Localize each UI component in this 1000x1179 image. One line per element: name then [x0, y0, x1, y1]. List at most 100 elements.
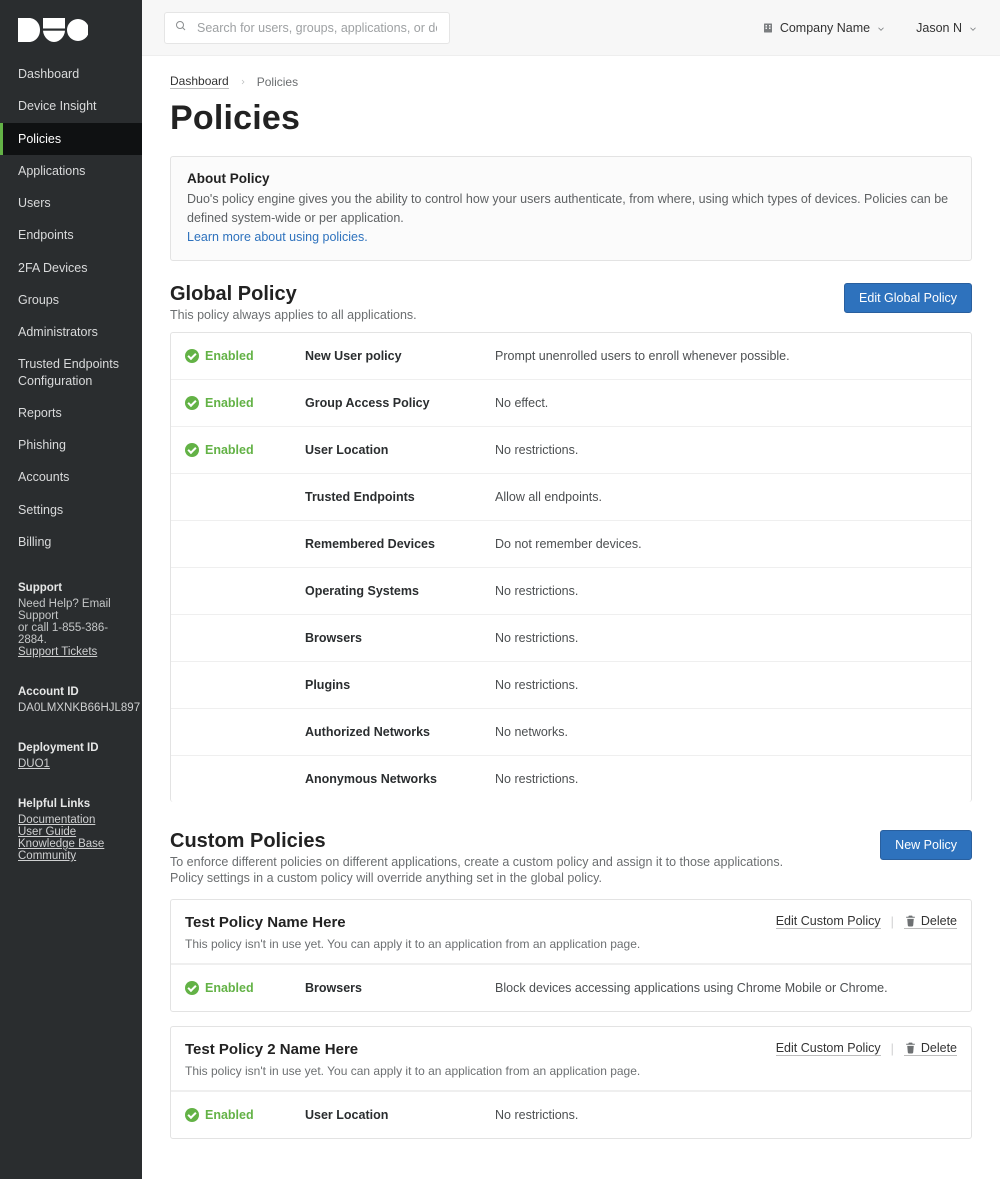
about-policy-box: About Policy Duo's policy engine gives y… — [170, 156, 972, 261]
sidebar-link-knowledge-base[interactable]: Knowledge Base — [18, 838, 104, 850]
custom-policies-title: Custom Policies — [170, 830, 783, 853]
policy-row: Authorized Networks No networks. — [171, 708, 971, 755]
policy-row-desc: No restrictions. — [495, 678, 957, 692]
user-label: Jason N — [916, 21, 962, 35]
status-enabled: Enabled — [185, 443, 295, 457]
custom-policy-note: This policy isn't in use yet. You can ap… — [185, 1064, 640, 1078]
sidebar-deployment-value[interactable]: DUO1 — [18, 758, 50, 770]
custom-policy-note: This policy isn't in use yet. You can ap… — [185, 937, 640, 951]
search-input[interactable] — [195, 20, 439, 36]
action-divider: | — [891, 915, 894, 929]
policy-row: Operating Systems No restrictions. — [171, 567, 971, 614]
sidebar-item-dashboard[interactable]: Dashboard — [0, 58, 142, 90]
sidebar-link-community[interactable]: Community — [18, 850, 76, 862]
policy-row-name: Browsers — [305, 981, 485, 995]
chevron-down-icon — [968, 23, 978, 33]
policy-row-desc: No restrictions. — [495, 631, 957, 645]
policy-row-name: Browsers — [305, 631, 485, 645]
policy-row: Enabled User Location No restrictions. — [171, 426, 971, 473]
edit-custom-policy-link[interactable]: Edit Custom Policy — [776, 1041, 881, 1056]
policy-row-desc: No networks. — [495, 725, 957, 739]
check-circle-icon — [185, 981, 199, 995]
policy-row-desc: Allow all endpoints. — [495, 490, 957, 504]
sidebar-item-billing[interactable]: Billing — [0, 526, 142, 558]
custom-policy-name: Test Policy Name Here — [185, 914, 640, 931]
about-learn-more-link[interactable]: Learn more about using policies. — [187, 230, 368, 244]
sidebar-account: Account ID DA0LMXNKB66HJL897 — [0, 672, 142, 728]
company-label: Company Name — [780, 21, 870, 35]
policy-row-name: Remembered Devices — [305, 537, 485, 551]
global-policy-table: Enabled New User policy Prompt unenrolle… — [170, 332, 972, 802]
policy-row: Plugins No restrictions. — [171, 661, 971, 708]
sidebar-item-trusted-endpoints-config[interactable]: Trusted Endpoints Configuration — [0, 348, 142, 397]
sidebar-support: Support Need Help? Email Support or call… — [0, 568, 142, 672]
policy-row-name: User Location — [305, 1108, 485, 1122]
sidebar-support-tickets-link[interactable]: Support Tickets — [18, 646, 97, 658]
user-menu[interactable]: Jason N — [916, 21, 978, 35]
about-body: Duo's policy engine gives you the abilit… — [187, 192, 948, 225]
policy-row-name: Trusted Endpoints — [305, 490, 485, 504]
policy-row-desc: Prompt unenrolled users to enroll whenev… — [495, 349, 957, 363]
status-label: Enabled — [205, 981, 254, 995]
custom-policy-name: Test Policy 2 Name Here — [185, 1041, 640, 1058]
sidebar-item-device-insight[interactable]: Device Insight — [0, 90, 142, 122]
sidebar-link-user-guide[interactable]: User Guide — [18, 826, 76, 838]
sidebar-item-groups[interactable]: Groups — [0, 284, 142, 316]
chevron-down-icon — [876, 23, 886, 33]
delete-custom-policy-link[interactable]: Delete — [904, 1041, 957, 1056]
status-enabled: Enabled — [185, 1108, 295, 1122]
delete-custom-policy-link[interactable]: Delete — [904, 914, 957, 929]
topbar: Company Name Jason N — [142, 0, 1000, 56]
policy-row: Trusted Endpoints Allow all endpoints. — [171, 473, 971, 520]
sidebar-item-endpoints[interactable]: Endpoints — [0, 219, 142, 251]
sidebar-item-2fa-devices[interactable]: 2FA Devices — [0, 252, 142, 284]
sidebar-support-line1: Need Help? Email Support — [18, 598, 124, 622]
sidebar-item-applications[interactable]: Applications — [0, 155, 142, 187]
sidebar-nav: Dashboard Device Insight Policies Applic… — [0, 52, 142, 558]
edit-global-policy-button[interactable]: Edit Global Policy — [844, 283, 972, 313]
custom-policies-header: Custom Policies To enforce different pol… — [170, 830, 972, 885]
custom-policies-list: Test Policy Name Here This policy isn't … — [170, 899, 972, 1139]
breadcrumb-current: Policies — [257, 75, 298, 89]
status-label: Enabled — [205, 443, 254, 457]
custom-policy-header: Test Policy Name Here This policy isn't … — [171, 900, 971, 964]
trash-icon — [904, 1041, 917, 1054]
sidebar-helpful-links-heading: Helpful Links — [18, 798, 124, 810]
sidebar-account-value: DA0LMXNKB66HJL897 — [18, 702, 124, 714]
check-circle-icon — [185, 396, 199, 410]
sidebar-item-policies[interactable]: Policies — [0, 123, 142, 155]
sidebar-item-phishing[interactable]: Phishing — [0, 429, 142, 461]
check-circle-icon — [185, 443, 199, 457]
company-menu[interactable]: Company Name — [762, 21, 886, 35]
policy-row-name: User Location — [305, 443, 485, 457]
status-enabled: Enabled — [185, 396, 295, 410]
sidebar-item-administrators[interactable]: Administrators — [0, 316, 142, 348]
policy-row-desc: Block devices accessing applications usi… — [495, 981, 957, 995]
sidebar-item-users[interactable]: Users — [0, 187, 142, 219]
sidebar-link-documentation[interactable]: Documentation — [18, 814, 95, 826]
policy-row-desc: No restrictions. — [495, 772, 957, 786]
brand-logo — [0, 0, 142, 52]
new-policy-button[interactable]: New Policy — [880, 830, 972, 860]
sidebar-item-settings[interactable]: Settings — [0, 494, 142, 526]
search-box[interactable] — [164, 12, 450, 44]
search-icon — [175, 20, 187, 35]
check-circle-icon — [185, 349, 199, 363]
policy-row-name: Authorized Networks — [305, 725, 485, 739]
content: Dashboard Policies Policies About Policy… — [142, 56, 1000, 1179]
sidebar-item-accounts[interactable]: Accounts — [0, 461, 142, 493]
breadcrumb-home[interactable]: Dashboard — [170, 74, 229, 89]
edit-custom-policy-link[interactable]: Edit Custom Policy — [776, 914, 881, 929]
policy-row-desc: No restrictions. — [495, 443, 957, 457]
trash-icon — [904, 914, 917, 927]
custom-policies-desc1: To enforce different policies on differe… — [170, 855, 783, 869]
policy-row: Enabled New User policy Prompt unenrolle… — [171, 333, 971, 379]
status-enabled: Enabled — [185, 981, 295, 995]
status-label: Enabled — [205, 1108, 254, 1122]
policy-row-name: Operating Systems — [305, 584, 485, 598]
action-divider: | — [891, 1042, 894, 1056]
sidebar-item-reports[interactable]: Reports — [0, 397, 142, 429]
check-circle-icon — [185, 1108, 199, 1122]
custom-policies-desc2: Policy settings in a custom policy will … — [170, 871, 783, 885]
policy-row: Remembered Devices Do not remember devic… — [171, 520, 971, 567]
